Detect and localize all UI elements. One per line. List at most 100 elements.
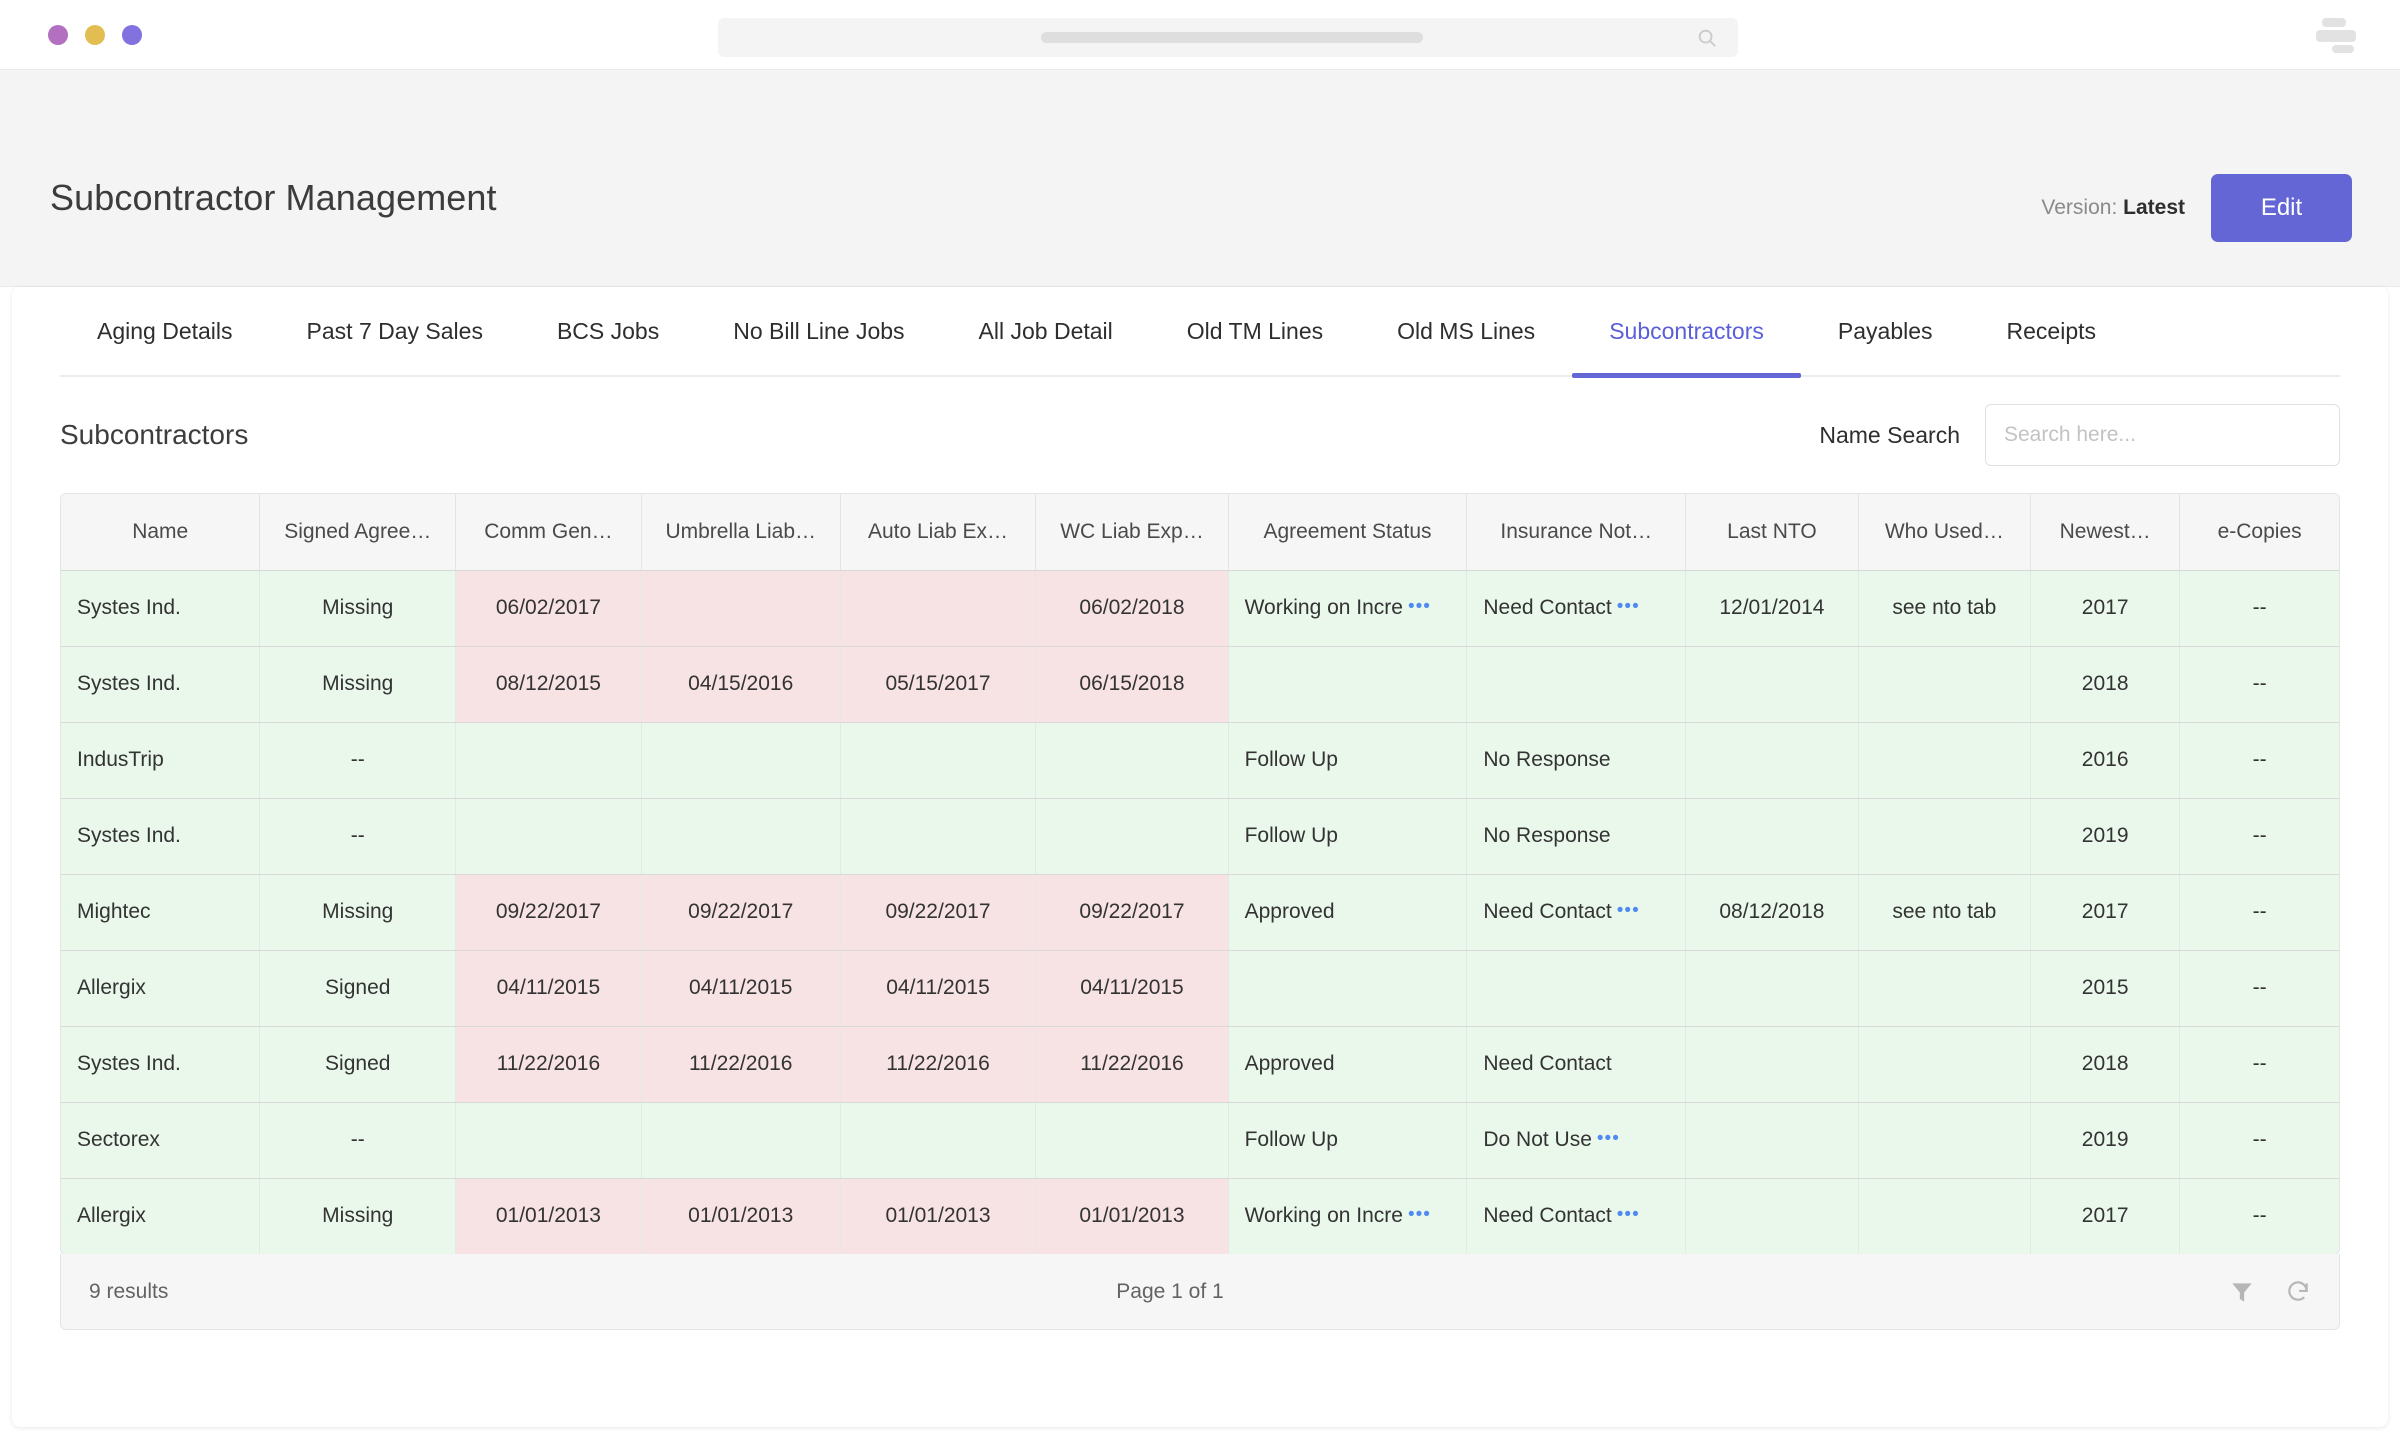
cell-last-nto[interactable] [1686, 646, 1858, 722]
cell-ecopies[interactable]: -- [2180, 570, 2339, 646]
cell-newest[interactable]: 2018 [2031, 646, 2180, 722]
cell-signed[interactable]: Missing [260, 570, 456, 646]
cell-name[interactable]: IndusTrip [61, 722, 260, 798]
cell-newest[interactable]: 2015 [2031, 950, 2180, 1026]
table-row[interactable]: Sectorex--Follow UpDo Not Use•••2019-- [61, 1102, 2339, 1178]
cell-ecopies[interactable]: -- [2180, 1026, 2339, 1102]
column-header-3[interactable]: Umbrella Liab… [641, 494, 840, 570]
cell-signed[interactable]: Missing [260, 874, 456, 950]
name-search-input[interactable] [1985, 404, 2340, 466]
cell-agreement-status[interactable]: Approved [1228, 1026, 1467, 1102]
cell-name[interactable]: Allergix [61, 1178, 260, 1254]
cell-last-nto[interactable] [1686, 798, 1858, 874]
cell-agreement-status[interactable]: Working on Incre••• [1228, 570, 1467, 646]
cell-umbrella[interactable] [641, 798, 840, 874]
cell-insurance-notes[interactable]: Need Contact••• [1467, 1178, 1686, 1254]
cell-wc-liab[interactable]: 09/22/2017 [1036, 874, 1228, 950]
column-header-2[interactable]: Comm Gen… [456, 494, 642, 570]
cell-insurance-notes[interactable]: Need Contact••• [1467, 874, 1686, 950]
cell-ecopies[interactable]: -- [2180, 874, 2339, 950]
column-header-11[interactable]: e-Copies [2180, 494, 2339, 570]
cell-umbrella[interactable]: 04/15/2016 [641, 646, 840, 722]
cell-auto-liab[interactable]: 09/22/2017 [840, 874, 1036, 950]
edit-button[interactable]: Edit [2211, 174, 2352, 242]
cell-umbrella[interactable] [641, 722, 840, 798]
cell-wc-liab[interactable]: 04/11/2015 [1036, 950, 1228, 1026]
cell-agreement-status[interactable]: Working on Incre••• [1228, 1178, 1467, 1254]
cell-name[interactable]: Sectorex [61, 1102, 260, 1178]
cell-who-used[interactable]: see nto tab [1858, 570, 2030, 646]
cell-name[interactable]: Systes Ind. [61, 798, 260, 874]
cell-overflow-icon[interactable]: ••• [1408, 1204, 1431, 1225]
window-close-dot[interactable] [48, 25, 68, 45]
tab-all-job-detail[interactable]: All Job Detail [942, 286, 1150, 376]
browser-url-bar[interactable] [718, 18, 1738, 57]
cell-wc-liab[interactable] [1036, 722, 1228, 798]
cell-ecopies[interactable]: -- [2180, 646, 2339, 722]
cell-who-used[interactable] [1858, 722, 2030, 798]
cell-newest[interactable]: 2019 [2031, 798, 2180, 874]
table-row[interactable]: IndusTrip--Follow UpNo Response2016-- [61, 722, 2339, 798]
cell-last-nto[interactable]: 08/12/2018 [1686, 874, 1858, 950]
table-row[interactable]: Systes Ind.--Follow UpNo Response2019-- [61, 798, 2339, 874]
cell-signed[interactable]: -- [260, 798, 456, 874]
cell-newest[interactable]: 2019 [2031, 1102, 2180, 1178]
cell-auto-liab[interactable]: 04/11/2015 [840, 950, 1036, 1026]
cell-last-nto[interactable] [1686, 722, 1858, 798]
cell-wc-liab[interactable]: 11/22/2016 [1036, 1026, 1228, 1102]
cell-who-used[interactable] [1858, 950, 2030, 1026]
tab-subcontractors[interactable]: Subcontractors [1572, 286, 1801, 376]
tab-old-tm-lines[interactable]: Old TM Lines [1150, 286, 1360, 376]
cell-wc-liab[interactable]: 01/01/2013 [1036, 1178, 1228, 1254]
cell-insurance-notes[interactable] [1467, 646, 1686, 722]
table-row[interactable]: Systes Ind.Signed11/22/201611/22/201611/… [61, 1026, 2339, 1102]
cell-signed[interactable]: Signed [260, 1026, 456, 1102]
cell-ecopies[interactable]: -- [2180, 798, 2339, 874]
tab-aging-details[interactable]: Aging Details [60, 286, 270, 376]
table-row[interactable]: Systes Ind.Missing06/02/201706/02/2018Wo… [61, 570, 2339, 646]
tab-bcs-jobs[interactable]: BCS Jobs [520, 286, 696, 376]
cell-signed[interactable]: Missing [260, 1178, 456, 1254]
cell-last-nto[interactable] [1686, 1102, 1858, 1178]
cell-agreement-status[interactable]: Follow Up [1228, 722, 1467, 798]
column-header-9[interactable]: Who Used… [1858, 494, 2030, 570]
cell-last-nto[interactable] [1686, 1026, 1858, 1102]
cell-who-used[interactable] [1858, 1178, 2030, 1254]
cell-agreement-status[interactable] [1228, 646, 1467, 722]
column-header-0[interactable]: Name [61, 494, 260, 570]
column-header-1[interactable]: Signed Agree… [260, 494, 456, 570]
cell-signed[interactable]: Signed [260, 950, 456, 1026]
column-header-6[interactable]: Agreement Status [1228, 494, 1467, 570]
cell-comm-gen[interactable] [456, 798, 642, 874]
app-menu-icon[interactable] [2312, 16, 2358, 54]
cell-auto-liab[interactable] [840, 722, 1036, 798]
cell-ecopies[interactable]: -- [2180, 1102, 2339, 1178]
cell-signed[interactable]: -- [260, 1102, 456, 1178]
cell-insurance-notes[interactable]: No Response [1467, 722, 1686, 798]
cell-comm-gen[interactable]: 09/22/2017 [456, 874, 642, 950]
column-header-7[interactable]: Insurance Not… [1467, 494, 1686, 570]
cell-wc-liab[interactable]: 06/15/2018 [1036, 646, 1228, 722]
cell-umbrella[interactable] [641, 570, 840, 646]
cell-agreement-status[interactable]: Follow Up [1228, 798, 1467, 874]
table-row[interactable]: AllergixSigned04/11/201504/11/201504/11/… [61, 950, 2339, 1026]
cell-insurance-notes[interactable] [1467, 950, 1686, 1026]
cell-wc-liab[interactable] [1036, 1102, 1228, 1178]
cell-insurance-notes[interactable]: Do Not Use••• [1467, 1102, 1686, 1178]
tab-old-ms-lines[interactable]: Old MS Lines [1360, 286, 1572, 376]
column-header-8[interactable]: Last NTO [1686, 494, 1858, 570]
cell-wc-liab[interactable] [1036, 798, 1228, 874]
filter-icon[interactable] [2229, 1279, 2255, 1305]
cell-name[interactable]: Allergix [61, 950, 260, 1026]
cell-umbrella[interactable]: 01/01/2013 [641, 1178, 840, 1254]
search-icon[interactable] [1696, 27, 1718, 49]
cell-comm-gen[interactable]: 11/22/2016 [456, 1026, 642, 1102]
cell-insurance-notes[interactable]: No Response [1467, 798, 1686, 874]
cell-who-used[interactable] [1858, 1102, 2030, 1178]
cell-newest[interactable]: 2018 [2031, 1026, 2180, 1102]
cell-comm-gen[interactable]: 08/12/2015 [456, 646, 642, 722]
cell-name[interactable]: Systes Ind. [61, 1026, 260, 1102]
window-minimize-dot[interactable] [85, 25, 105, 45]
cell-auto-liab[interactable] [840, 1102, 1036, 1178]
cell-insurance-notes[interactable]: Need Contact [1467, 1026, 1686, 1102]
